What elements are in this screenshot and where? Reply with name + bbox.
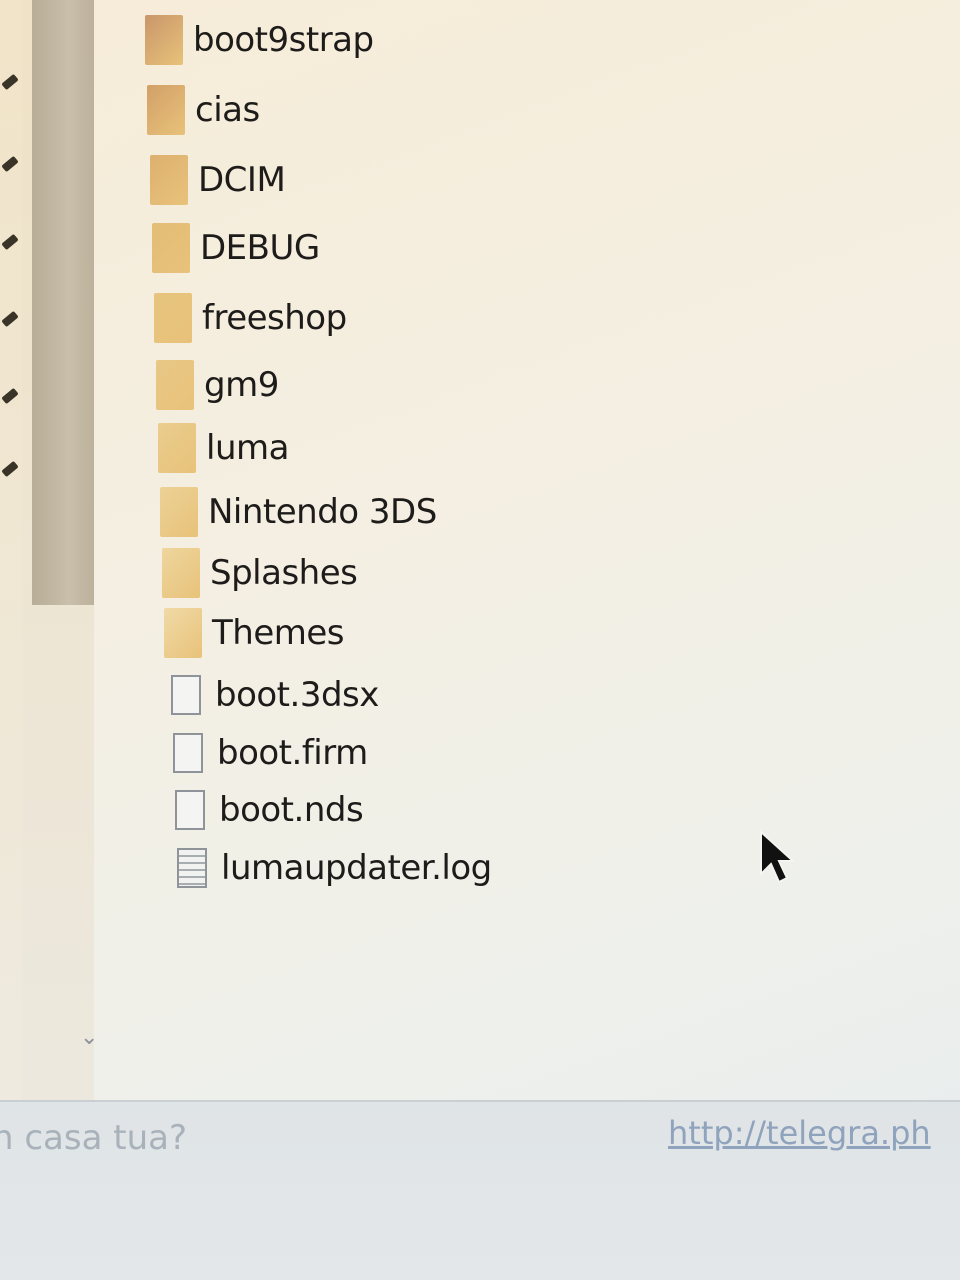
nav-scrollbar-thumb[interactable] bbox=[32, 0, 94, 605]
item-label: boot.firm bbox=[217, 733, 368, 773]
file-icon bbox=[175, 790, 205, 830]
folder-icon bbox=[152, 223, 190, 273]
folder-icon bbox=[164, 608, 202, 658]
item-label: Themes bbox=[212, 613, 345, 653]
folder-item[interactable]: Splashes bbox=[162, 543, 358, 603]
pin-icon[interactable] bbox=[1, 233, 19, 251]
item-label: boot.3dsx bbox=[215, 675, 379, 715]
folder-icon bbox=[154, 293, 192, 343]
folder-item[interactable]: boot9strap bbox=[145, 10, 374, 70]
folder-item[interactable]: Nintendo 3DS bbox=[160, 482, 437, 542]
folder-icon bbox=[160, 487, 198, 537]
background-question-text: n casa tua? bbox=[0, 1118, 188, 1158]
folder-item[interactable]: DCIM bbox=[150, 150, 286, 210]
folder-item[interactable]: DEBUG bbox=[152, 218, 320, 278]
folder-item[interactable]: luma bbox=[158, 418, 289, 478]
file-icon bbox=[171, 675, 201, 715]
folder-icon bbox=[145, 15, 183, 65]
item-label: Nintendo 3DS bbox=[208, 492, 437, 532]
file-item[interactable]: boot.3dsx bbox=[171, 665, 379, 725]
folder-item[interactable]: freeshop bbox=[154, 288, 347, 348]
folder-icon bbox=[158, 423, 196, 473]
item-label: lumaupdater.log bbox=[221, 848, 492, 888]
item-label: DEBUG bbox=[200, 228, 320, 268]
folder-icon bbox=[150, 155, 188, 205]
folder-item[interactable]: gm9 bbox=[156, 355, 279, 415]
item-label: boot.nds bbox=[219, 790, 364, 830]
folder-icon bbox=[162, 548, 200, 598]
folder-icon bbox=[147, 85, 185, 135]
file-icon bbox=[173, 733, 203, 773]
folder-item[interactable]: Themes bbox=[164, 603, 345, 663]
pin-icon[interactable] bbox=[1, 310, 19, 328]
folder-icon bbox=[156, 360, 194, 410]
file-item[interactable]: boot.firm bbox=[173, 723, 368, 783]
item-label: boot9strap bbox=[193, 20, 374, 60]
file-item[interactable]: lumaupdater.log bbox=[177, 838, 492, 898]
mouse-cursor-icon bbox=[760, 830, 796, 884]
pin-icon[interactable] bbox=[1, 387, 19, 405]
item-label: luma bbox=[206, 428, 289, 468]
pin-icon[interactable] bbox=[1, 460, 19, 478]
text-file-icon bbox=[177, 848, 207, 888]
background-link[interactable]: http://telegra.ph bbox=[668, 1114, 960, 1152]
item-label: freeshop bbox=[202, 298, 347, 338]
pin-icon[interactable] bbox=[1, 155, 19, 173]
file-item[interactable]: boot.nds bbox=[175, 780, 364, 840]
item-label: Splashes bbox=[210, 553, 358, 593]
folder-item[interactable]: cias bbox=[147, 80, 260, 140]
item-label: DCIM bbox=[198, 160, 286, 200]
item-label: gm9 bbox=[204, 365, 279, 405]
item-label: cias bbox=[195, 90, 260, 130]
chevron-down-icon[interactable]: ⌄ bbox=[80, 1027, 98, 1049]
pin-icon[interactable] bbox=[1, 73, 19, 91]
